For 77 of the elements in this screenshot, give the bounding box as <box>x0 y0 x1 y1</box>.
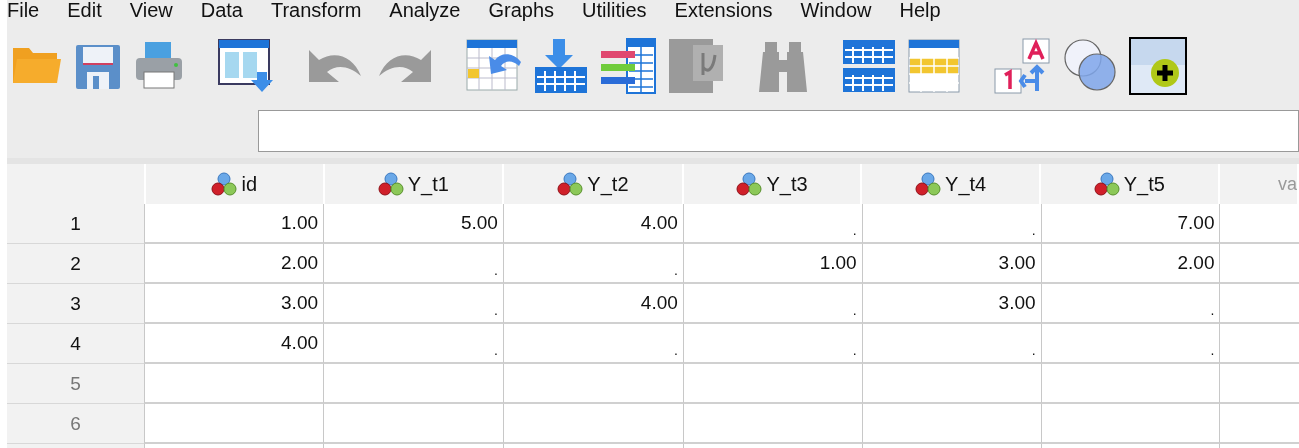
save-icon[interactable] <box>73 42 123 90</box>
table-cell[interactable]: . <box>323 324 503 364</box>
table-cell[interactable] <box>682 364 862 404</box>
printer-icon[interactable] <box>133 40 185 92</box>
table-cell[interactable]: . <box>682 324 862 364</box>
table-cell[interactable]: 2.00 <box>1040 244 1220 284</box>
table-cell[interactable]: 3.00 <box>861 284 1041 324</box>
menu-item[interactable]: Extensions <box>672 0 799 20</box>
table-cell[interactable] <box>1219 324 1299 364</box>
table-cell[interactable]: . <box>502 244 683 284</box>
column-header[interactable]: Y_t5 <box>1040 164 1220 204</box>
table-cell[interactable]: 4.00 <box>144 324 323 364</box>
table-arrow-icon[interactable] <box>465 38 523 94</box>
menu-item[interactable]: Data <box>198 0 269 20</box>
value-labels-icon[interactable] <box>993 37 1051 95</box>
table-icon[interactable] <box>907 38 961 94</box>
dialog-recall-icon[interactable] <box>217 38 275 94</box>
table-cell[interactable]: . <box>682 204 862 244</box>
table-download-icon[interactable] <box>533 37 589 95</box>
row-number[interactable]: 4 <box>7 324 145 364</box>
column-header[interactable]: Y_t3 <box>683 164 863 204</box>
add-on-icon[interactable] <box>1129 37 1187 95</box>
split-table-icon[interactable] <box>841 38 897 94</box>
table-cell[interactable] <box>502 404 683 444</box>
table-cell[interactable]: . <box>682 284 862 324</box>
table-cell[interactable]: . <box>323 284 503 324</box>
table-cell[interactable] <box>1040 404 1220 444</box>
menu-item[interactable]: Edit <box>65 0 128 20</box>
table-cell[interactable] <box>1219 364 1299 404</box>
menu-item[interactable]: Window <box>798 0 898 20</box>
menu-item[interactable]: Utilities <box>580 0 673 20</box>
table-cell[interactable] <box>323 364 503 404</box>
table-cell[interactable] <box>1219 204 1299 244</box>
column-header[interactable]: Y_t4 <box>862 164 1041 204</box>
row-number[interactable]: 5 <box>7 364 145 404</box>
table-cell[interactable] <box>144 404 323 444</box>
table-cell[interactable]: . <box>502 324 683 364</box>
table-cell[interactable] <box>144 364 323 404</box>
table-cell[interactable]: 5.00 <box>323 204 503 244</box>
table-cell[interactable] <box>861 364 1041 404</box>
table-cell[interactable]: . <box>1040 324 1220 364</box>
table-cell[interactable]: 7.00 <box>1040 204 1220 244</box>
table-cell[interactable] <box>502 364 683 404</box>
table-cell[interactable] <box>682 404 862 444</box>
overlapping-circles-icon[interactable] <box>1061 38 1119 94</box>
table-cell[interactable]: . <box>1040 284 1220 324</box>
table-cell[interactable]: 1.00 <box>682 244 862 284</box>
table-cell[interactable]: . <box>861 324 1041 364</box>
row-number[interactable]: 1 <box>7 204 145 244</box>
table-cell[interactable] <box>323 404 503 444</box>
table-cell[interactable]: 4.00 <box>502 284 683 324</box>
table-cell[interactable] <box>1219 404 1299 444</box>
menu-item[interactable]: View <box>127 0 199 20</box>
row-number[interactable]: 2 <box>7 244 145 284</box>
menu-item[interactable]: Analyze <box>387 0 487 20</box>
table-cell[interactable]: 1.00 <box>144 204 323 244</box>
table-cell[interactable] <box>1219 284 1299 324</box>
menu-item[interactable]: Graphs <box>486 0 581 20</box>
row-number[interactable]: 3 <box>7 284 145 324</box>
table-cell[interactable]: 3.00 <box>861 244 1041 284</box>
column-header[interactable]: Y_t1 <box>324 164 505 204</box>
menu-item[interactable]: Transform <box>268 0 388 20</box>
row-number[interactable]: 6 <box>7 404 145 444</box>
table-cell[interactable]: 4.00 <box>502 204 683 244</box>
table-cell[interactable] <box>861 404 1041 444</box>
column-header[interactable]: id <box>145 164 325 204</box>
column-header[interactable]: Y_t2 <box>504 164 684 204</box>
table-cell[interactable]: 3.00 <box>144 284 323 324</box>
cell-editor-field[interactable] <box>258 110 1299 152</box>
table-cell[interactable]: . <box>323 244 503 284</box>
table-cell[interactable]: 2.00 <box>144 244 323 284</box>
table-cell[interactable] <box>1219 244 1299 284</box>
table-cell[interactable] <box>1040 364 1220 404</box>
table-cell[interactable]: . <box>861 204 1041 244</box>
menu-item[interactable]: Help <box>897 0 967 20</box>
variables-list-icon[interactable] <box>599 37 657 95</box>
menu-item[interactable]: File <box>7 0 66 20</box>
